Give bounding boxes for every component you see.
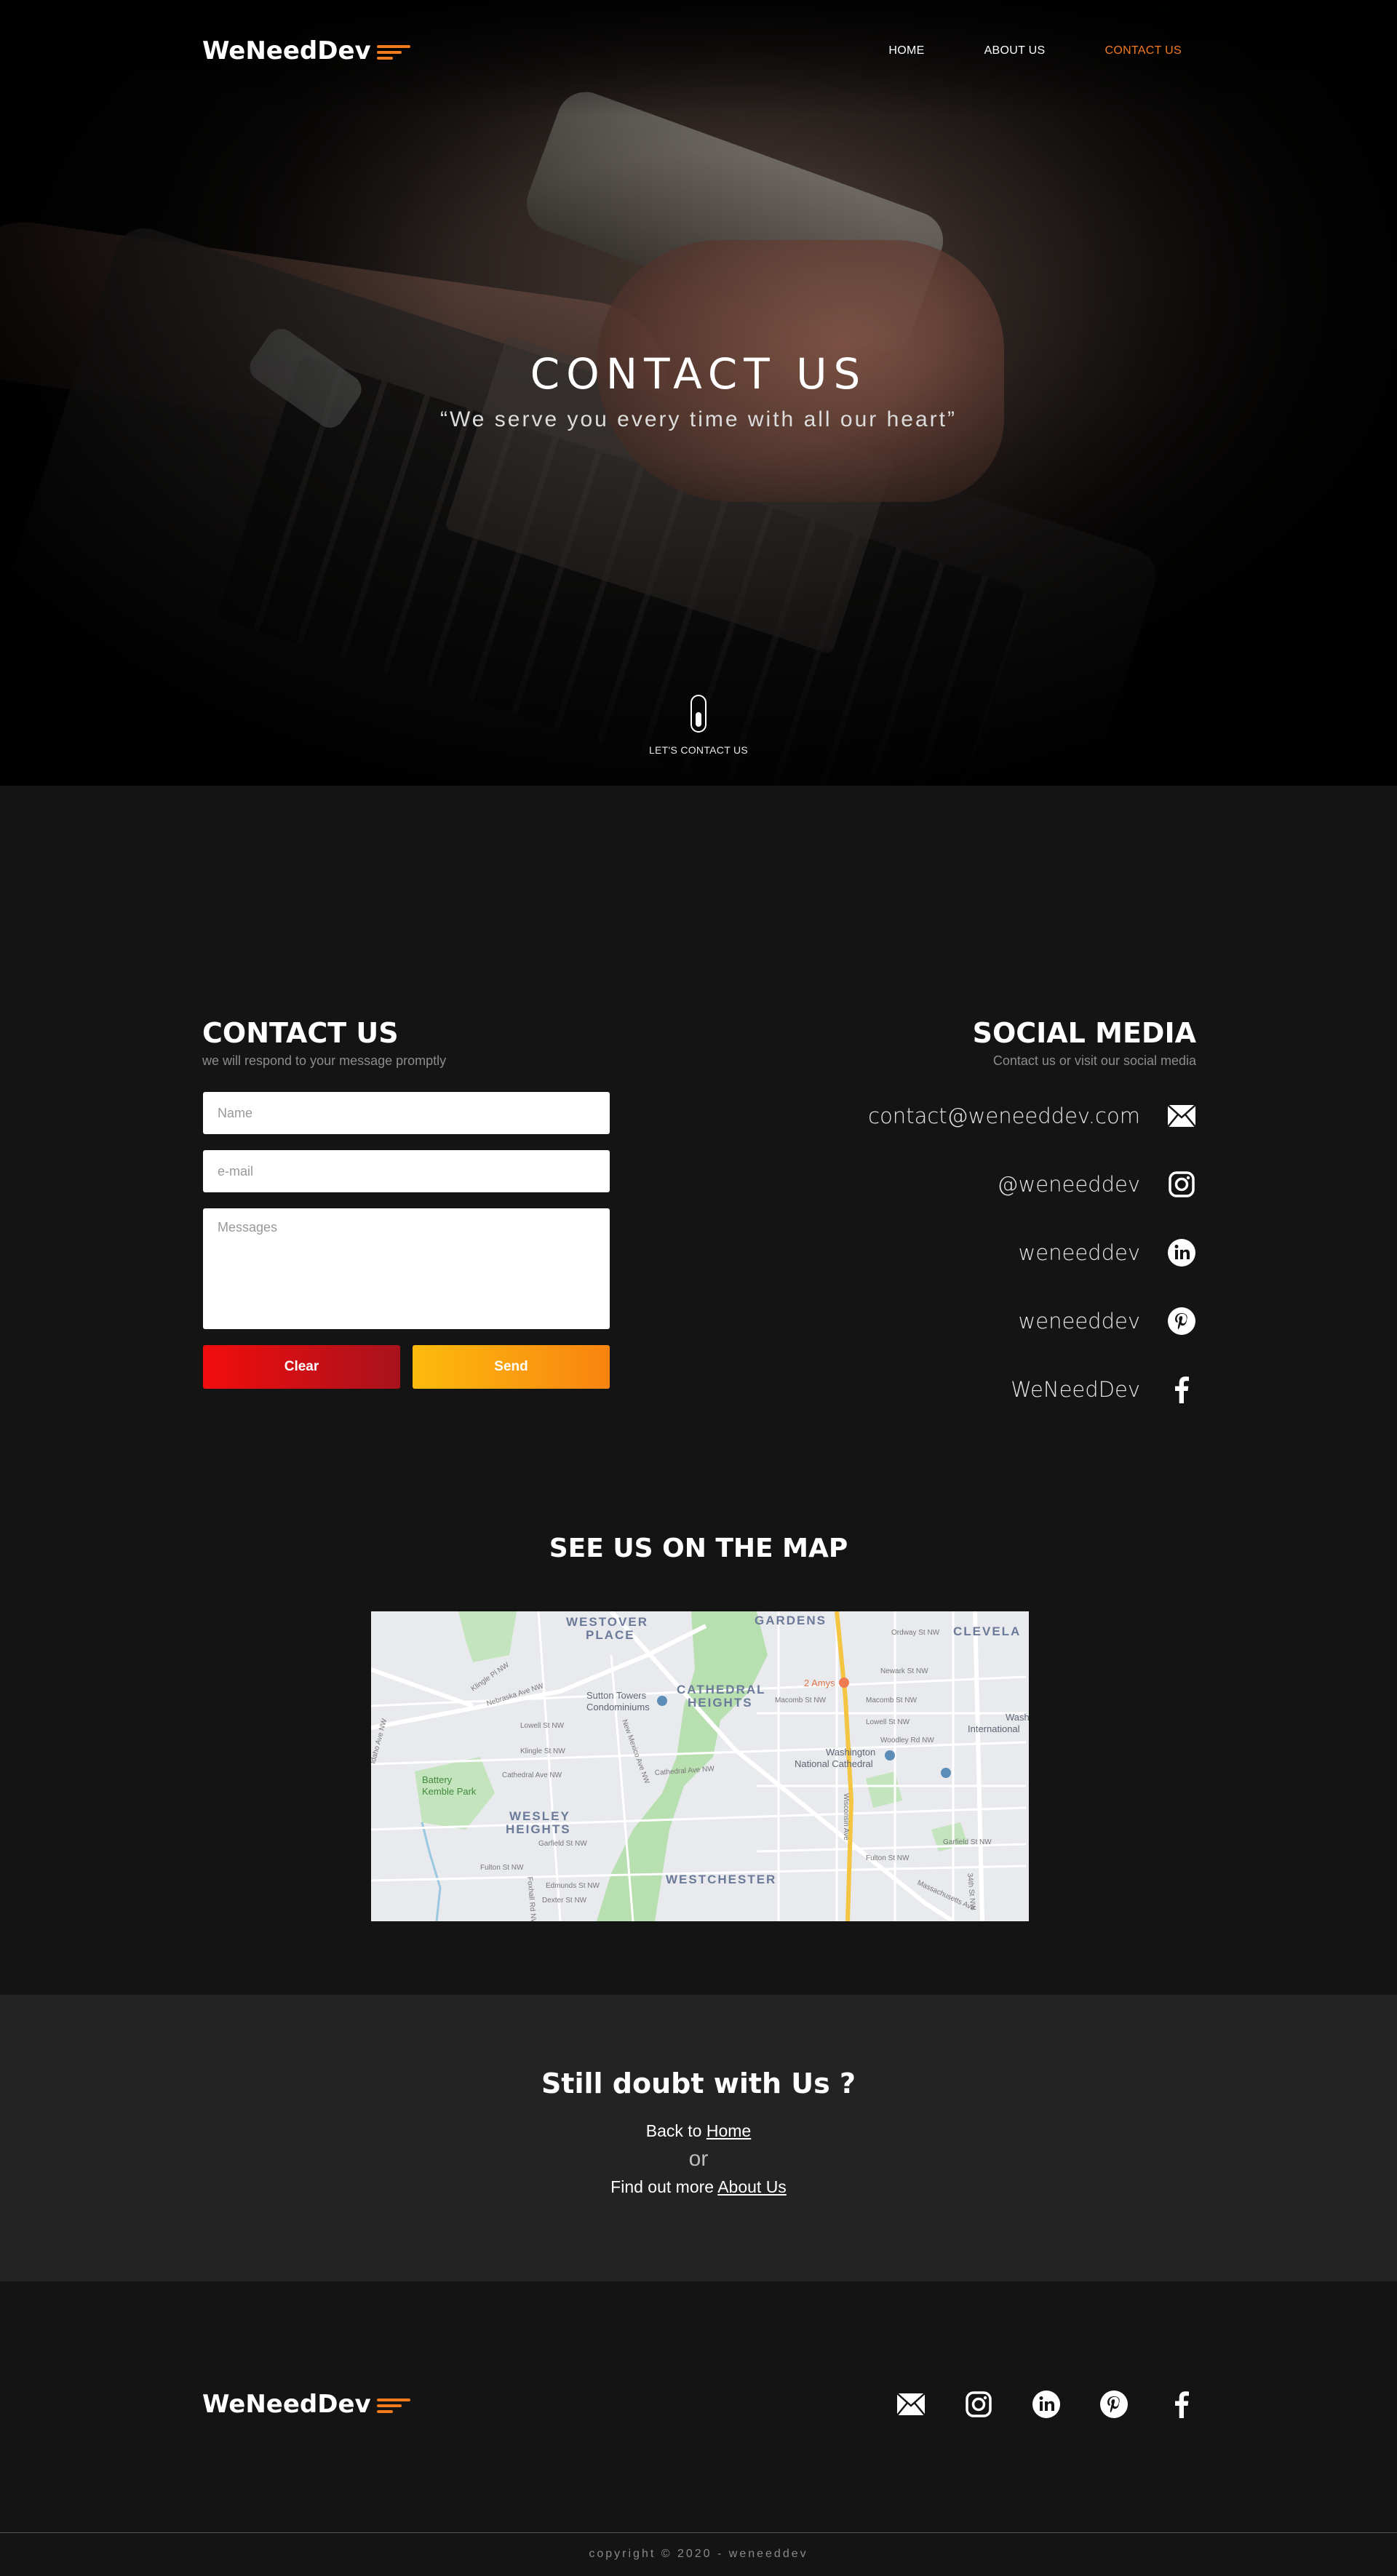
- social-item-label: @weneeddev: [997, 1172, 1140, 1197]
- map-label-westover: WESTOVER: [566, 1615, 648, 1629]
- embedded-map[interactable]: WESTOVER PLACE GARDENS CLEVELA CATHEDRAL…: [371, 1611, 1029, 1921]
- social-subtitle: Contact us or visit our social media: [992, 1053, 1196, 1068]
- map-street-edmunds: Edmunds St NW: [546, 1882, 600, 1890]
- map-title: SEE US ON THE MAP: [549, 1534, 848, 1563]
- social-item-facebook[interactable]: WeNeedDev: [687, 1355, 1196, 1424]
- about-us-link[interactable]: About Us: [717, 2177, 787, 2196]
- send-button[interactable]: Send: [413, 1345, 610, 1389]
- footer-brand-mark-icon: [376, 2398, 410, 2413]
- map-label-wesley-heights: HEIGHTS: [506, 1822, 571, 1836]
- map-label-sutton-2: Condominiums: [586, 1702, 650, 1712]
- social-item-instagram[interactable]: @weneeddev: [687, 1150, 1196, 1219]
- map-street-dexter: Dexter St NW: [542, 1897, 587, 1905]
- map-label-wash-intl-2: International: [968, 1723, 1020, 1734]
- map-street-fulton-west: Fulton St NW: [480, 1864, 524, 1872]
- email-input[interactable]: e-mail: [203, 1150, 610, 1192]
- hero-section: WeNeedDev HOME ABOUT US CONTACT US CONTA…: [0, 0, 1397, 786]
- map-street-newark: Newark St NW: [880, 1667, 928, 1675]
- map-street-garfield: Garfield St NW: [538, 1840, 587, 1848]
- footer-brand-logo[interactable]: WeNeedDev: [202, 2390, 410, 2419]
- social-item-email[interactable]: contact@weneeddev.com: [687, 1082, 1196, 1150]
- home-link[interactable]: Home: [707, 2121, 751, 2140]
- facebook-icon[interactable]: [1167, 2390, 1196, 2419]
- social-item-label: contact@weneeddev.com: [868, 1104, 1140, 1128]
- instagram-icon: [1167, 1170, 1196, 1199]
- copyright-text: copyright © 2020 - weneeddev: [589, 2548, 808, 2560]
- hero-title: CONTACT US: [530, 349, 867, 399]
- map-label-wesley: WESLEY: [509, 1809, 570, 1823]
- map-label-cathedral-heights: HEIGHTS: [688, 1696, 753, 1710]
- hero-quote: “We serve you every time with all our he…: [440, 407, 957, 431]
- find-more-line: Find out more About Us: [0, 2177, 1397, 2197]
- envelope-icon: [1167, 1101, 1196, 1131]
- map-label-gardens: GARDENS: [755, 1614, 827, 1627]
- map-label-place: PLACE: [586, 1628, 635, 1642]
- map-street-garfield-east: Garfield St NW: [943, 1838, 992, 1846]
- map-label-wash-intl-1: Wash: [1006, 1712, 1029, 1723]
- social-list: contact@weneeddev.com @weneeddev weneedd…: [687, 1082, 1196, 1424]
- pinterest-icon[interactable]: [1099, 2390, 1129, 2419]
- facebook-icon: [1167, 1375, 1196, 1404]
- map-street-fulton: Fulton St NW: [866, 1854, 910, 1862]
- doubt-title: Still doubt with Us ?: [541, 2067, 856, 2100]
- brand-name: WeNeedDev: [202, 36, 371, 65]
- map-street-klingle: Klingle St NW: [520, 1747, 565, 1755]
- map-street-lowell: Lowell St NW: [520, 1722, 565, 1730]
- map-street-woodley: Woodley Rd NW: [880, 1736, 934, 1744]
- message-textarea[interactable]: Messages: [203, 1208, 610, 1329]
- pinterest-icon: [1167, 1307, 1196, 1336]
- nav-menu: HOME ABOUT US CONTACT US: [843, 37, 1196, 65]
- map-label-westchester: WESTCHESTER: [666, 1873, 776, 1886]
- form-buttons: Clear Send: [203, 1345, 610, 1389]
- contact-section: CONTACT US we will respond to your messa…: [202, 1017, 1196, 1403]
- map-street-lowell-east: Lowell St NW: [866, 1718, 910, 1726]
- nav-about-link[interactable]: ABOUT US: [970, 37, 1060, 65]
- name-input[interactable]: Name: [203, 1092, 610, 1134]
- map-label-amys: 2 Amys: [804, 1678, 835, 1688]
- footer-divider: [0, 2532, 1397, 2533]
- map-label-battery-2: Kemble Park: [422, 1786, 477, 1797]
- still-doubt-section: Still doubt with Us ? Back to Home or Fi…: [0, 1995, 1397, 2281]
- map-label-cathedral: CATHEDRAL: [677, 1683, 766, 1696]
- or-divider: or: [688, 2147, 709, 2171]
- linkedin-icon[interactable]: [1032, 2390, 1061, 2419]
- instagram-icon[interactable]: [964, 2390, 993, 2419]
- footer-social-icons: [896, 2390, 1196, 2419]
- footer-brand-name: WeNeedDev: [202, 2390, 371, 2419]
- contact-form: Name e-mail Messages Clear Send: [203, 1092, 610, 1389]
- map-label-battery-1: Battery: [422, 1774, 453, 1785]
- social-item-label: WeNeedDev: [1011, 1377, 1140, 1402]
- more-prefix: Find out more: [610, 2177, 715, 2196]
- social-item-label: weneeddev: [1018, 1309, 1140, 1333]
- envelope-icon[interactable]: [896, 2390, 926, 2419]
- brand-logo[interactable]: WeNeedDev: [202, 36, 410, 65]
- linkedin-icon: [1167, 1238, 1196, 1267]
- map-label-washington-2: National Cathedral: [795, 1758, 873, 1769]
- back-to-home-line: Back to Home: [0, 2121, 1397, 2141]
- nav-home-link[interactable]: HOME: [874, 37, 939, 65]
- scroll-label[interactable]: LET'S CONTACT US: [0, 744, 1397, 756]
- brand-mark-icon: [376, 45, 410, 60]
- map-street-cathedral-ave-west: Cathedral Ave NW: [502, 1771, 562, 1779]
- navbar: WeNeedDev HOME ABOUT US CONTACT US: [202, 29, 1196, 73]
- clear-button[interactable]: Clear: [203, 1345, 400, 1389]
- social-media-panel: SOCIAL MEDIA Contact us or visit our soc…: [687, 1017, 1196, 1424]
- map-street-wisconsin: Wisconsin Ave: [842, 1793, 850, 1841]
- map-street-macomb-east: Macomb St NW: [866, 1696, 918, 1704]
- nav-contact-link[interactable]: CONTACT US: [1090, 37, 1196, 65]
- social-item-label: weneeddev: [1018, 1240, 1140, 1265]
- social-title: SOCIAL MEDIA: [972, 1017, 1196, 1049]
- map-street-macomb: Macomb St NW: [775, 1696, 827, 1704]
- map-label-clevela: CLEVELA: [953, 1624, 1021, 1638]
- back-prefix: Back to: [645, 2121, 702, 2140]
- social-item-linkedin[interactable]: weneeddev: [687, 1219, 1196, 1287]
- map-street-ordway: Ordway St NW: [891, 1629, 940, 1637]
- social-item-pinterest[interactable]: weneeddev: [687, 1287, 1196, 1355]
- scroll-mouse-icon[interactable]: [690, 695, 707, 733]
- map-label-washington-1: Washington: [826, 1747, 875, 1758]
- map-label-sutton-1: Sutton Towers: [586, 1690, 647, 1701]
